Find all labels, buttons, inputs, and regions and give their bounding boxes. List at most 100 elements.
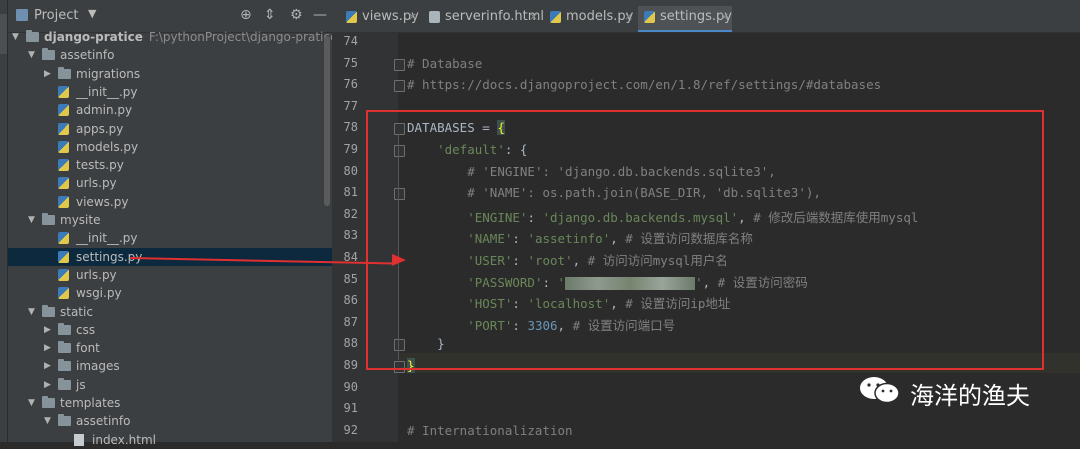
tree-item-static[interactable]: ▼ static <box>8 303 332 321</box>
code-line[interactable]: # https://docs.djangoproject.com/en/1.8/… <box>407 77 881 92</box>
folder-icon <box>58 414 71 427</box>
tree-item-settings-py[interactable]: settings.py <box>8 247 332 266</box>
python-file-icon <box>58 159 69 172</box>
tree-item-models-py[interactable]: models.py <box>8 138 332 156</box>
python-file-icon <box>58 232 69 245</box>
tree-item-mysite[interactable]: ▼ mysite <box>8 211 332 229</box>
tree-item-label: css <box>76 322 96 337</box>
expanded-arrow-icon[interactable]: ▼ <box>28 46 38 64</box>
tree-item-label: __init__.py <box>76 231 138 246</box>
line-number: 89 <box>343 358 358 372</box>
tree-item-assetinfo[interactable]: ▼ assetinfo <box>8 46 332 64</box>
folder-icon <box>42 213 55 225</box>
code-line[interactable]: # Database <box>407 56 482 71</box>
python-file-icon <box>550 11 561 23</box>
project-panel-title[interactable]: Project <box>34 8 78 23</box>
close-icon[interactable]: × <box>720 6 729 28</box>
line-number: 77 <box>343 98 358 113</box>
line-number: 83 <box>343 228 358 243</box>
project-icon <box>16 9 28 21</box>
close-icon[interactable]: × <box>624 6 633 28</box>
collapsed-arrow-icon[interactable]: ▶ <box>44 376 54 394</box>
tree-item-views-py[interactable]: views.py <box>8 193 332 211</box>
tree-item-django-pratice[interactable]: ▼ django-pratice F:\pythonProject\django-p… <box>8 28 337 46</box>
collapsed-arrow-icon[interactable]: ▶ <box>44 65 54 83</box>
python-file-icon <box>58 104 69 117</box>
tree-item-font[interactable]: ▶ font <box>8 339 332 357</box>
tree-item-index-html[interactable]: index.html <box>8 431 332 449</box>
folder-icon <box>42 304 55 317</box>
line-number: 85 <box>343 271 358 286</box>
tree-item--init-py[interactable]: __init__.py <box>8 83 332 101</box>
collapse-all-icon[interactable]: ⇕ <box>264 7 276 23</box>
tree-item-label: images <box>76 359 120 374</box>
tree-item-migrations[interactable]: ▶ migrations <box>8 65 332 83</box>
project-tool-window-tab[interactable] <box>0 14 7 54</box>
tree-item-label: assetinfo <box>76 414 131 429</box>
expanded-arrow-icon[interactable]: ▼ <box>28 303 38 321</box>
tree-scrollbar[interactable] <box>324 36 330 206</box>
tree-item-apps-py[interactable]: apps.py <box>8 120 332 138</box>
tree-item-wsgi-py[interactable]: wsgi.py <box>8 284 332 302</box>
tree-item-label: models.py <box>76 139 139 154</box>
tree-item-label: font <box>76 341 100 356</box>
tree-item-label: urls.py <box>76 176 117 191</box>
tab-views-py[interactable]: views.py × <box>340 6 420 30</box>
collapsed-arrow-icon[interactable]: ▶ <box>44 357 54 375</box>
tree-item-templates[interactable]: ▼ templates <box>8 394 332 412</box>
tree-item-images[interactable]: ▶ images <box>8 357 332 375</box>
close-icon[interactable]: × <box>408 6 417 28</box>
tree-item-admin-py[interactable]: admin.py <box>8 101 332 119</box>
tab-settings-py[interactable]: settings.py × <box>638 6 732 32</box>
collapsed-arrow-icon[interactable]: ▶ <box>44 321 54 339</box>
gear-icon[interactable]: ⚙ <box>290 7 303 23</box>
expanded-arrow-icon[interactable]: ▼ <box>44 412 54 430</box>
tree-item-assetinfo[interactable]: ▼ assetinfo <box>8 412 332 430</box>
chevron-down-icon[interactable]: ▼ <box>88 7 96 20</box>
line-number: 88 <box>343 336 358 351</box>
expanded-arrow-icon[interactable]: ▼ <box>28 211 38 229</box>
tree-item-css[interactable]: ▶ css <box>8 321 332 339</box>
tree-item-label: index.html <box>92 432 156 447</box>
collapsed-arrow-icon[interactable]: ▶ <box>44 339 54 357</box>
tree-item--init-py[interactable]: __init__.py <box>8 229 332 247</box>
hide-icon[interactable]: — <box>313 7 327 23</box>
python-file-icon <box>58 250 69 263</box>
python-file-icon <box>58 287 69 300</box>
folder-icon <box>58 322 71 335</box>
tree-item-label: tests.py <box>76 158 124 173</box>
fold-marker-icon[interactable] <box>394 58 405 71</box>
folder-icon <box>42 48 55 61</box>
project-path: F:\pythonProject\django-pratice <box>148 30 338 44</box>
tab-serverinfo-html[interactable]: serverinfo.html × <box>423 6 544 30</box>
python-file-icon <box>58 195 69 208</box>
project-panel: Project ▼ ⊕ ⇕ ⚙ — ▼ django-pratice F:\pyth… <box>8 0 337 447</box>
tab-models-py[interactable]: models.py × <box>544 6 636 30</box>
editor-tabs: views.py × serverinfo.html × models.py × setti… <box>332 0 1080 33</box>
left-tool-strip <box>0 0 8 442</box>
expanded-arrow-icon[interactable]: ▼ <box>12 28 22 46</box>
line-number: 92 <box>343 422 358 437</box>
sync-target-icon[interactable]: ⊕ <box>240 7 252 23</box>
folder-icon <box>58 359 71 372</box>
tree-item-urls-py[interactable]: urls.py <box>8 174 332 192</box>
expanded-arrow-icon[interactable]: ▼ <box>28 394 38 412</box>
tree-item-js[interactable]: ▶ js <box>8 376 332 394</box>
fold-marker-icon[interactable] <box>394 80 405 93</box>
line-number: 78 <box>343 120 358 135</box>
close-icon[interactable]: × <box>529 6 538 28</box>
tree-item-label: js <box>76 377 86 392</box>
watermark-text: 海洋的渔夫 <box>910 382 1030 410</box>
python-file-icon <box>58 268 69 281</box>
python-file-icon <box>58 140 69 153</box>
tree-item-label: templates <box>60 396 121 410</box>
python-file-icon <box>58 85 69 98</box>
tree-item-urls-py[interactable]: urls.py <box>8 266 332 284</box>
line-number: 86 <box>343 293 358 308</box>
tree-item-label: admin.py <box>76 103 133 118</box>
tree-item-tests-py[interactable]: tests.py <box>8 156 332 174</box>
line-number: 80 <box>343 163 358 178</box>
code-line[interactable]: # Internationalization <box>407 423 573 438</box>
folder-icon <box>58 377 71 390</box>
tree-item-label: __init__.py <box>76 84 138 99</box>
